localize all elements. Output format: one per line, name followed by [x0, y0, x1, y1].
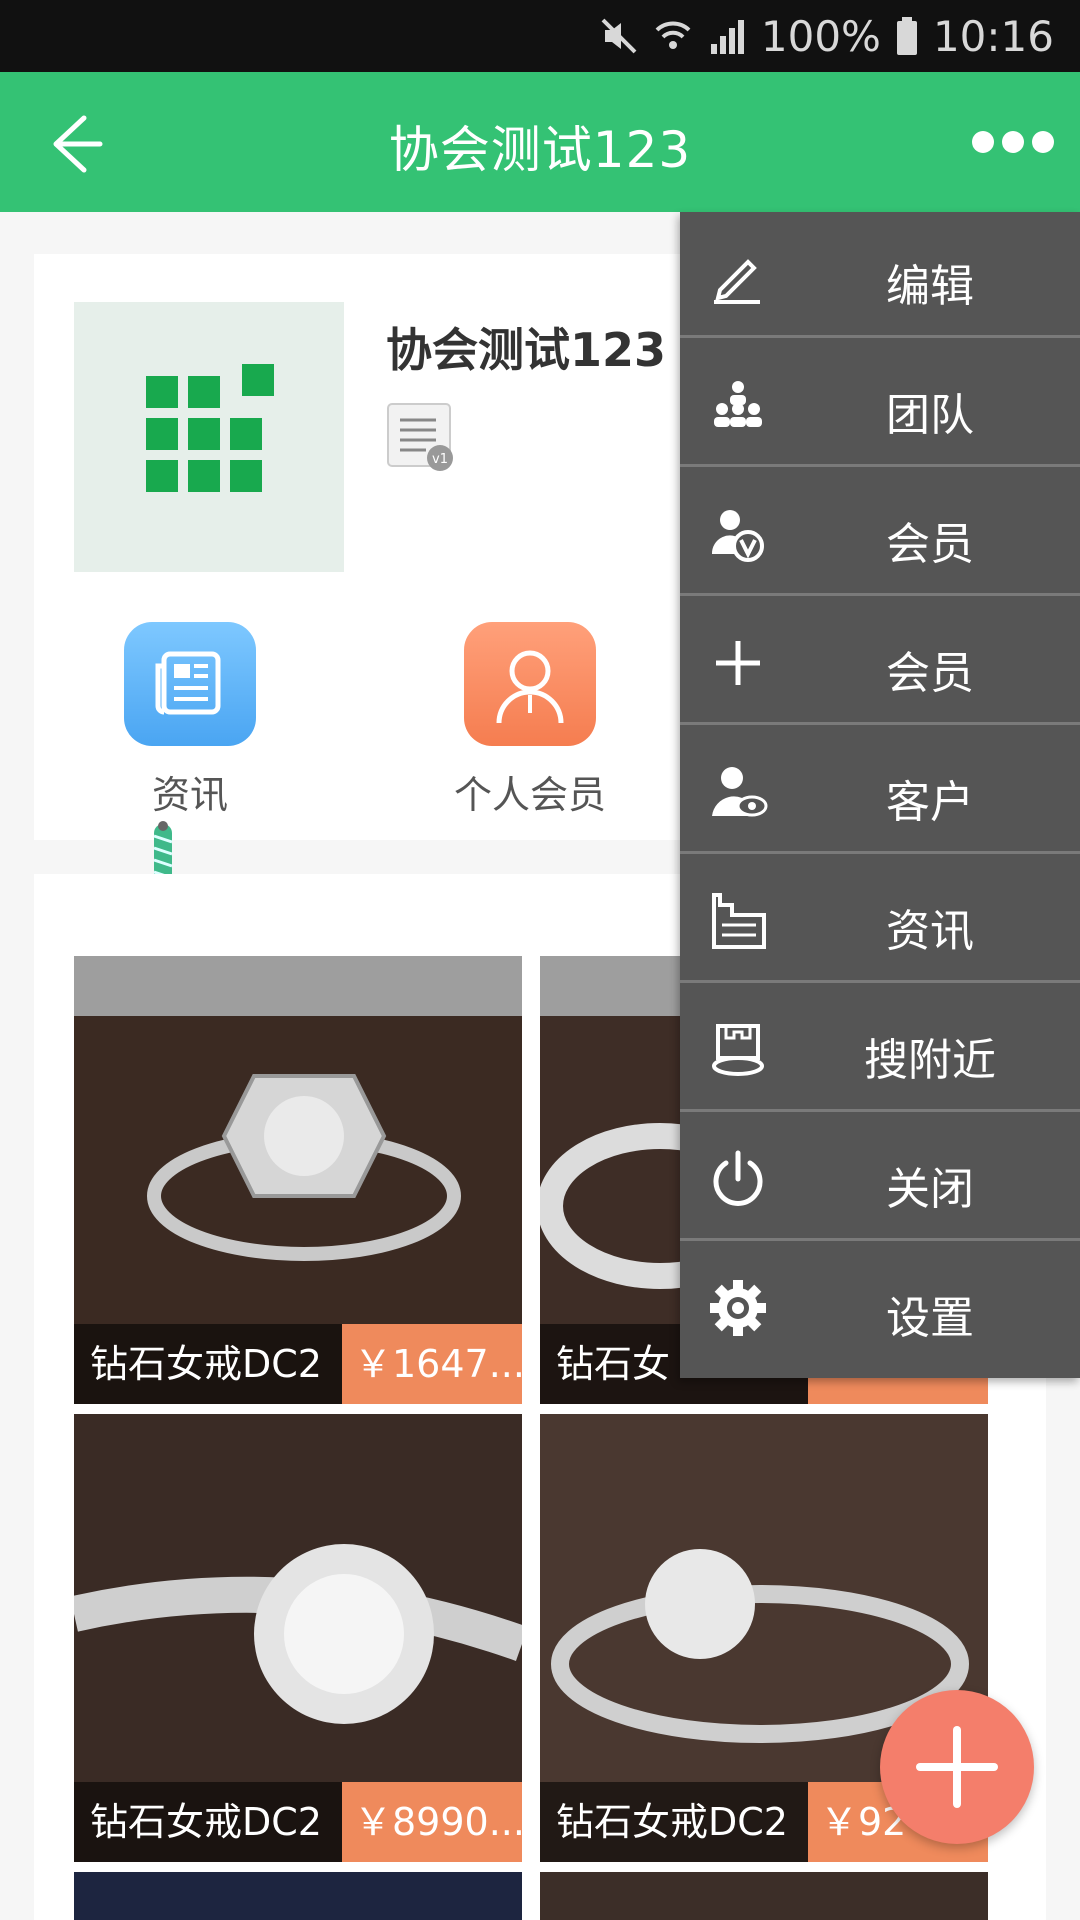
- pencil-icon: [714, 259, 760, 304]
- menu-item-settings[interactable]: 设置: [680, 1244, 1080, 1370]
- product-price: ￥8990....: [342, 1782, 522, 1862]
- product-name: 钻石女戒DC2: [90, 1800, 322, 1844]
- add-fab-button[interactable]: [880, 1690, 1034, 1844]
- org-logo: [74, 302, 344, 572]
- menu-item-close[interactable]: 关闭: [680, 1115, 1080, 1241]
- status-bar: 100% 10:16: [0, 0, 1080, 72]
- person-icon: [464, 622, 596, 746]
- shortcut-news-label: 资讯: [151, 773, 228, 817]
- menu-item-label: 设置: [886, 1293, 974, 1344]
- org-name: 协会测试123: [386, 323, 667, 377]
- plus-icon: [716, 641, 760, 685]
- product-card[interactable]: 钻石女戒DC2 ￥8990....: [74, 1414, 522, 1862]
- menu-item-label: 客户: [886, 777, 974, 828]
- menu-item-edit[interactable]: 编辑: [680, 212, 1080, 338]
- team-icon: [714, 381, 762, 427]
- battery-icon: [895, 16, 919, 56]
- page-title: 协会测试123: [388, 121, 692, 179]
- product-card[interactable]: [540, 1872, 988, 1920]
- dot-icon: [1002, 131, 1024, 153]
- shortcut-individual-member[interactable]: 个人会员: [430, 622, 630, 819]
- shortcut-news[interactable]: 资讯: [90, 622, 290, 819]
- more-options-button[interactable]: [954, 122, 1054, 162]
- product-price: ￥1647...: [342, 1324, 522, 1404]
- menu-item-news[interactable]: 资讯: [680, 857, 1080, 983]
- svg-text:v1: v1: [432, 452, 448, 467]
- power-icon: [713, 1150, 763, 1206]
- menu-item-label: 团队: [886, 390, 974, 441]
- product-card[interactable]: [74, 1872, 522, 1920]
- newspaper-icon: [124, 622, 256, 746]
- document-version-icon[interactable]: v1: [386, 402, 456, 474]
- menu-item-nearby[interactable]: 搜附近: [680, 986, 1080, 1112]
- dot-icon: [1032, 131, 1054, 153]
- product-card[interactable]: 钻石女戒DC2 ￥1647...: [74, 956, 522, 1404]
- clock: 10:16: [932, 11, 1054, 61]
- product-name: 钻石女: [556, 1342, 671, 1386]
- menu-item-team[interactable]: 团队: [680, 341, 1080, 467]
- overflow-menu: 编辑 团队 会员 会员 客户 资讯 搜附近 关闭 设置: [680, 212, 1080, 1378]
- customer-icon: [712, 767, 768, 817]
- menu-item-label: 会员: [886, 648, 974, 699]
- product-name: 钻石女戒DC2: [90, 1342, 322, 1386]
- menu-item-members[interactable]: 会员: [680, 470, 1080, 596]
- menu-item-label: 编辑: [886, 261, 974, 312]
- dot-icon: [972, 131, 994, 153]
- menu-item-label: 搜附近: [864, 1035, 996, 1086]
- menu-item-label: 关闭: [886, 1164, 974, 1215]
- signal-icon: [707, 16, 747, 56]
- nearby-icon: [712, 1024, 764, 1076]
- app-bar: 协会测试123: [0, 72, 1080, 212]
- menu-item-label: 会员: [886, 519, 974, 570]
- gear-icon: [710, 1280, 766, 1336]
- vip-member-icon: [711, 510, 764, 562]
- product-name: 钻石女戒DC2: [556, 1800, 788, 1844]
- menu-item-label: 资讯: [886, 906, 974, 957]
- menu-item-add-member[interactable]: 会员: [680, 599, 1080, 725]
- plus-icon: [916, 1726, 998, 1808]
- shortcut-member-label: 个人会员: [453, 773, 606, 817]
- news-icon: [712, 893, 766, 949]
- wifi-icon: [653, 16, 693, 56]
- battery-percent: 100%: [760, 11, 881, 61]
- menu-item-customers[interactable]: 客户: [680, 728, 1080, 854]
- mute-icon: [599, 16, 639, 56]
